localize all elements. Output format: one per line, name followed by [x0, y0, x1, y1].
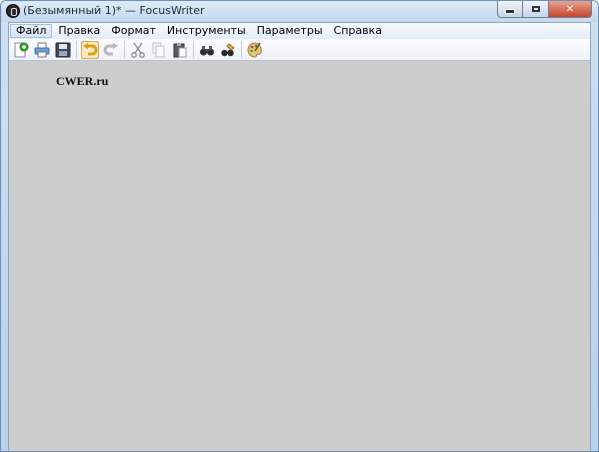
find-button[interactable]: [198, 41, 216, 59]
menu-tools[interactable]: Инструменты: [162, 24, 251, 38]
cut-button[interactable]: [129, 41, 147, 59]
document-text[interactable]: CWER.ru: [56, 74, 108, 89]
toolbar-separator: [193, 41, 194, 58]
menu-format[interactable]: Формат: [106, 24, 161, 38]
print-button[interactable]: [33, 41, 51, 59]
themes-icon: [247, 41, 262, 58]
redo-icon: [103, 42, 118, 55]
save-icon: [55, 42, 71, 57]
copy-icon: [152, 42, 165, 57]
paste-button[interactable]: [171, 41, 189, 59]
replace-icon: [221, 42, 235, 56]
title-bar[interactable]: (Безымянный 1)* — FocusWriter ✕: [1, 1, 598, 22]
undo-icon: [83, 42, 98, 55]
maximize-icon: [531, 6, 540, 12]
caption-buttons: ✕: [497, 1, 592, 18]
close-icon: ✕: [565, 3, 575, 15]
focuswriter-app-icon[interactable]: [6, 4, 20, 18]
editor-area[interactable]: CWER.ru: [9, 61, 590, 451]
redo-button[interactable]: [102, 41, 120, 59]
find-icon: [200, 45, 214, 55]
menu-settings[interactable]: Параметры: [252, 24, 328, 38]
paste-icon: [173, 42, 187, 57]
themes-button[interactable]: [246, 41, 264, 59]
minimize-icon: [505, 9, 515, 14]
app-window: (Безымянный 1)* — FocusWriter ✕ Файл Пра…: [0, 0, 599, 452]
menu-help[interactable]: Справка: [329, 24, 387, 38]
save-button[interactable]: [54, 41, 72, 59]
menu-edit[interactable]: Правка: [53, 24, 105, 38]
client-area: Файл Правка Формат Инструменты Параметры…: [8, 22, 591, 451]
window-title: (Безымянный 1)* — FocusWriter: [23, 4, 205, 17]
replace-button[interactable]: [219, 41, 237, 59]
toolbar-separator: [241, 41, 242, 58]
new-document-icon: [14, 42, 29, 57]
print-icon: [34, 42, 50, 57]
menu-file[interactable]: Файл: [10, 24, 53, 38]
copy-button[interactable]: [150, 41, 168, 59]
toolbar: [9, 39, 590, 61]
new-document-button[interactable]: [12, 41, 30, 59]
cut-icon: [131, 42, 145, 58]
menu-bar: Файл Правка Формат Инструменты Параметры…: [9, 23, 590, 39]
minimize-button[interactable]: [497, 1, 523, 18]
close-button[interactable]: ✕: [549, 1, 592, 18]
maximize-button[interactable]: [523, 1, 549, 18]
toolbar-separator: [124, 41, 125, 58]
undo-button[interactable]: [81, 40, 99, 59]
toolbar-separator: [76, 41, 77, 58]
